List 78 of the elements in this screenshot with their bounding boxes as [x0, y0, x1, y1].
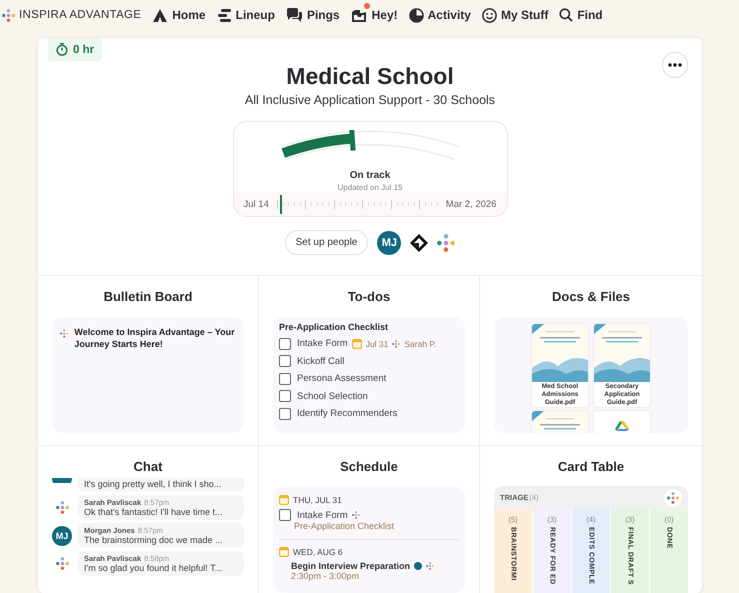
project-subtitle: All Inclusive Application Support - 30 Schools	[244, 93, 496, 107]
brand-name: INSPIRA ADVANTAGE	[19, 9, 142, 21]
checkbox[interactable]	[279, 509, 291, 521]
checkbox[interactable]	[279, 372, 291, 385]
calendar-icon	[352, 338, 362, 349]
nav-link[interactable]: Home	[152, 8, 206, 22]
chat-bubbles-icon	[286, 8, 303, 22]
logo-avatar-icon	[56, 557, 68, 570]
more-icon	[668, 63, 682, 67]
todo-item[interactable]: Kickoff Call	[297, 356, 344, 367]
panel-title[interactable]: Bulletin Board	[104, 289, 192, 304]
checkbox[interactable]	[279, 408, 291, 420]
assignee-icon	[392, 340, 400, 348]
nav-link[interactable]: Activity	[408, 8, 471, 22]
checkbox[interactable]	[279, 355, 291, 368]
logo-icon	[667, 492, 679, 504]
due-date: Jul 31	[366, 338, 388, 349]
panel-title[interactable]: Docs & Files	[552, 289, 630, 304]
project-title: Medical School	[286, 63, 454, 90]
file-card[interactable]	[532, 411, 588, 433]
nav-link[interactable]: Hey!	[350, 7, 398, 23]
nav-link[interactable]: Lineup	[216, 8, 275, 22]
todo-item[interactable]: Intake Form	[297, 338, 348, 350]
assignee-name: Sarah P.	[404, 338, 436, 349]
avatar	[52, 478, 72, 483]
smiley-icon	[482, 8, 497, 22]
todo-item[interactable]: Identify Recommenders	[297, 408, 398, 420]
checkbox[interactable]	[279, 390, 291, 402]
updated-date: Updated on Jul 15	[338, 183, 402, 192]
post-title[interactable]: Welcome to Inspira Advantage – Your Journey Starts Here!	[74, 327, 236, 350]
message-text: It's going pretty well, I think I sho...	[84, 479, 222, 489]
drive-icon	[615, 421, 629, 431]
panel-title[interactable]: Schedule	[340, 459, 398, 474]
panel-title[interactable]: To-dos	[348, 289, 390, 304]
timer-value: 0 hr	[73, 44, 94, 56]
calendar-icon	[279, 495, 289, 505]
panel-title[interactable]: Chat	[134, 459, 162, 474]
tent-icon	[152, 8, 168, 22]
logo-icon	[60, 327, 68, 340]
nav-link[interactable]: My Stuff	[482, 8, 548, 22]
event-date: WED, AUG 6	[293, 547, 343, 557]
calendar-icon	[279, 547, 289, 557]
message-text: The brainstorming doc we made ...	[84, 535, 224, 545]
company-logo-icon[interactable]	[410, 234, 428, 252]
todo-list-title[interactable]: Pre-Application Checklist	[279, 322, 459, 332]
lines-icon	[216, 8, 232, 22]
checkbox[interactable]	[279, 338, 291, 350]
todo-item[interactable]: Persona Assessment	[297, 373, 386, 384]
event-date: THU, JUL 31	[293, 495, 342, 505]
stopwatch-icon	[56, 43, 68, 56]
avatar[interactable]: MJ	[377, 230, 402, 254]
message-text: Ok that's fantastic! I'll have time t...	[84, 507, 224, 517]
end-date: Mar 2, 2026	[446, 198, 496, 210]
panel-title[interactable]: Card Table	[558, 459, 624, 474]
todo-item[interactable]: School Selection	[297, 390, 368, 402]
search-icon	[559, 8, 574, 22]
logo-icon	[2, 8, 15, 22]
status-label: On track	[350, 170, 390, 181]
timer-button[interactable]: 0 hr	[48, 38, 102, 61]
inbox-icon	[350, 7, 368, 23]
chat-message[interactable]: It's going pretty well, I think I sho...	[78, 478, 244, 492]
avatar-icon	[414, 562, 422, 570]
assignee-icon	[352, 511, 360, 519]
set-up-people-button[interactable]: Set up people	[284, 230, 368, 255]
nav-link[interactable]: Find	[559, 8, 603, 22]
start-date: Jul 14	[244, 198, 269, 210]
avatar[interactable]: MJ	[52, 526, 72, 546]
message-text: I'm so glad you found it helpful! T...	[84, 563, 224, 573]
more-button[interactable]	[662, 52, 688, 78]
todo-item[interactable]: Intake Form	[297, 510, 348, 520]
nav-link[interactable]: Pings	[286, 8, 340, 22]
assignee-icon	[426, 562, 434, 570]
event-time: 2:30pm - 3:00pm	[290, 571, 360, 581]
logo-avatar-icon	[56, 501, 68, 514]
todo-list-link[interactable]: Pre-Application Checklist	[279, 521, 459, 531]
event-title[interactable]: Begin Interview Preparation	[291, 561, 410, 571]
file-card[interactable]	[594, 411, 650, 433]
logo-avatar-icon	[437, 234, 456, 252]
